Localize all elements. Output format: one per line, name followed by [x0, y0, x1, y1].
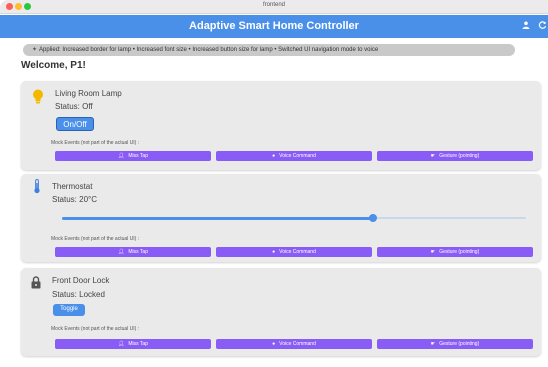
- device-name: Thermostat: [52, 182, 93, 191]
- voice-command-button[interactable]: ● Voice Command: [216, 247, 372, 257]
- gesture-label: Gesture (pointing): [439, 341, 480, 347]
- microphone-icon: ●: [272, 341, 276, 347]
- temperature-slider[interactable]: [62, 214, 526, 222]
- miss-tap-button[interactable]: 👤︎ Miss Tap: [55, 151, 211, 161]
- banner-text: Applied: Increased border for lamp • Inc…: [39, 47, 379, 53]
- gesture-button[interactable]: ☛ Gesture (pointing): [377, 151, 533, 161]
- miss-tap-label: Miss Tap: [128, 249, 148, 255]
- app-window: frontend Adaptive Smart Home Controller …: [0, 0, 548, 367]
- device-card-thermostat: Thermostat Status: 20°C Mock Events (not…: [21, 174, 541, 262]
- voice-command-label: Voice Command: [279, 153, 316, 159]
- device-card-lamp: Living Room Lamp Status: Off On/Off Mock…: [21, 81, 541, 170]
- device-status: Status: Locked: [52, 290, 105, 299]
- mock-events-label: Mock Events (not part of the actual UI) …: [51, 326, 140, 332]
- window-titlebar: frontend: [0, 0, 548, 14]
- slider-fill: [62, 216, 373, 220]
- adaptation-banner: ✦ Applied: Increased border for lamp • In…: [23, 44, 515, 56]
- mock-events-label: Mock Events (not part of the actual UI) …: [51, 140, 140, 146]
- thermometer-icon: [33, 179, 41, 199]
- device-card-lock: Front Door Lock Status: Locked Toggle Mo…: [21, 268, 541, 356]
- gesture-button[interactable]: ☛ Gesture (pointing): [377, 247, 533, 257]
- welcome-heading: Welcome, P1!: [21, 60, 86, 71]
- pointing-hand-icon: ☛: [430, 249, 436, 255]
- sparkle-icon: ✦: [32, 47, 38, 53]
- pointing-hand-icon: ☛: [430, 153, 436, 159]
- miss-tap-label: Miss Tap: [128, 341, 148, 347]
- device-status: Status: Off: [55, 102, 93, 111]
- device-name: Living Room Lamp: [55, 89, 122, 98]
- app-bar: Adaptive Smart Home Controller: [0, 15, 548, 38]
- microphone-icon: ●: [272, 249, 276, 255]
- lightbulb-icon: [32, 89, 44, 109]
- lock-icon: [31, 276, 41, 294]
- device-name: Front Door Lock: [52, 276, 110, 285]
- slider-thumb[interactable]: [368, 214, 377, 222]
- mock-events-row: 👤︎ Miss Tap ● Voice Command ☛ Gesture (poin…: [55, 339, 535, 349]
- miss-tap-label: Miss Tap: [128, 153, 148, 159]
- person-icon: 👤︎: [118, 341, 125, 347]
- voice-command-label: Voice Command: [279, 341, 316, 347]
- device-status: Status: 20°C: [52, 195, 97, 204]
- window-title: frontend: [262, 2, 286, 8]
- person-icon: 👤︎: [118, 153, 125, 159]
- toggle-button[interactable]: Toggle: [53, 304, 85, 316]
- miss-tap-button[interactable]: 👤︎ Miss Tap: [55, 339, 211, 349]
- person-icon[interactable]: [522, 21, 530, 31]
- app-title: Adaptive Smart Home Controller: [189, 20, 359, 32]
- mock-events-row: 👤︎ Miss Tap ● Voice Command ☛ Gesture (poin…: [55, 151, 535, 161]
- voice-command-label: Voice Command: [279, 249, 316, 255]
- gesture-button[interactable]: ☛ Gesture (pointing): [377, 339, 533, 349]
- microphone-icon: ●: [272, 153, 276, 159]
- miss-tap-button[interactable]: 👤︎ Miss Tap: [55, 247, 211, 257]
- voice-command-button[interactable]: ● Voice Command: [216, 339, 372, 349]
- gesture-label: Gesture (pointing): [439, 249, 480, 255]
- mock-events-row: 👤︎ Miss Tap ● Voice Command ☛ Gesture (poin…: [55, 247, 535, 257]
- gesture-label: Gesture (pointing): [439, 153, 480, 159]
- on-off-button[interactable]: On/Off: [56, 117, 94, 131]
- pointing-hand-icon: ☛: [430, 341, 436, 347]
- refresh-icon[interactable]: [538, 21, 547, 32]
- voice-command-button[interactable]: ● Voice Command: [216, 151, 372, 161]
- person-icon: 👤︎: [118, 249, 125, 255]
- mock-events-label: Mock Events (not part of the actual UI) …: [51, 236, 140, 242]
